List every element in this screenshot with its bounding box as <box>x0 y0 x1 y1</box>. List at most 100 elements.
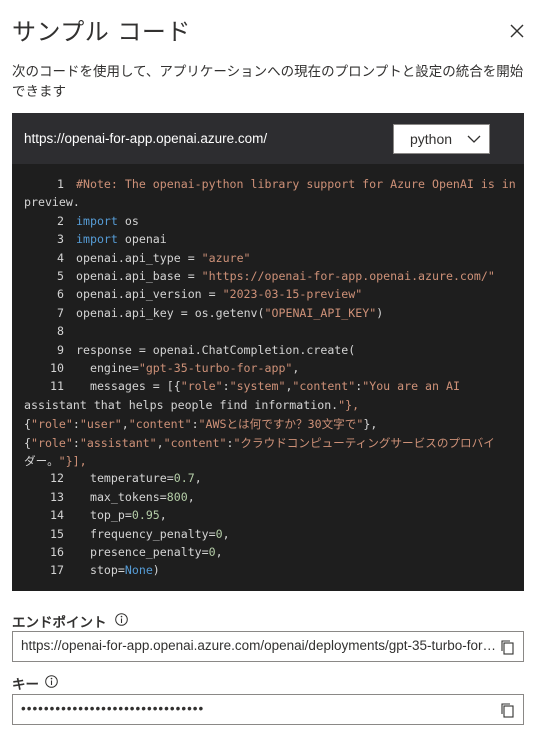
close-icon <box>510 24 524 38</box>
code-punctuation: : <box>72 417 80 432</box>
code-punctuation <box>122 398 129 412</box>
language-dropdown[interactable]: python <box>393 124 490 154</box>
code-punctuation: { <box>24 435 31 450</box>
code-punctuation: , <box>215 545 223 559</box>
code-punctuation: = <box>124 508 132 523</box>
code-punctuation: . <box>72 195 80 210</box>
code-identifier: response <box>76 342 132 357</box>
code-punctuation: = <box>201 287 223 302</box>
copy-icon[interactable] <box>499 702 515 718</box>
close-button[interactable] <box>506 20 528 42</box>
code-text: openai.api_type = "azure" <box>76 251 251 265</box>
code-text: presence_penalty=0, <box>76 545 223 559</box>
dialog-title: サンプル コード <box>12 18 191 46</box>
code-line: preview. <box>24 195 80 209</box>
key-field[interactable]: •••••••••••••••••••••••••••••••• <box>12 694 524 725</box>
code-punctuation: ダー。 <box>24 454 59 468</box>
code-punctuation <box>76 471 90 485</box>
code-string: "https://openai-for-app.openai.azure.com… <box>201 269 495 283</box>
code-punctuation: : <box>72 435 80 450</box>
code-text: {"role":"user","content":"AWSとは何ですか？30文字… <box>24 417 377 431</box>
info-icon[interactable] <box>115 613 128 626</box>
code-text: preview. <box>24 195 80 209</box>
code-punctuation: , <box>194 471 202 486</box>
code-identifier: getenv <box>215 305 258 320</box>
key-value: •••••••••••••••••••••••••••••••• <box>21 701 205 716</box>
code-text: response = openai.ChatCompletion.create( <box>76 343 355 357</box>
copy-icon[interactable] <box>499 639 515 655</box>
code-punctuation: = <box>173 305 195 320</box>
code-line: 8 <box>24 324 76 338</box>
code-identifier: openai <box>76 305 118 320</box>
code-endpoint-url: https://openai-for-app.openai.azure.com/ <box>24 131 268 146</box>
code-string: "user" <box>79 417 122 432</box>
code-line: 10 engine="gpt-35-turbo-for-app", <box>24 361 299 375</box>
code-line: 9 response = openai.ChatCompletion.create… <box>24 343 355 357</box>
code-punctuation <box>76 361 90 375</box>
code-identifier: helps <box>128 397 164 412</box>
code-punctuation: . <box>194 342 202 357</box>
code-text: openai.api_base = "https://openai-for-ap… <box>76 269 495 283</box>
info-icon[interactable] <box>45 675 58 688</box>
code-text: engine="gpt-35-turbo-for-app", <box>76 361 299 375</box>
code-string: "クラウドコンピューティングサービスのプロバイ <box>233 435 495 450</box>
code-identifier: assistant <box>24 397 87 412</box>
code-punctuation: = <box>159 489 167 504</box>
code-keyword: import <box>76 232 118 247</box>
code-punctuation <box>118 232 125 246</box>
code-identifier: api_key <box>124 305 174 320</box>
code-line: assistant that helps people find informa… <box>24 398 359 412</box>
code-identifier: temperature <box>89 471 167 486</box>
endpoint-field[interactable]: https://openai-for-app.openai.azure.com/… <box>12 631 524 662</box>
line-number: 15 <box>50 526 64 541</box>
code-line: 17 stop=None) <box>24 563 160 577</box>
code-punctuation: . <box>117 305 125 320</box>
code-punctuation: ) <box>152 563 160 578</box>
code-number: 0.7 <box>173 471 195 486</box>
endpoint-value: https://openai-for-app.openai.azure.com/… <box>21 638 499 653</box>
code-line: 4 openai.api_type = "azure" <box>24 251 251 265</box>
code-line: {"role":"user","content":"AWSとは何ですか？30文字… <box>24 416 377 432</box>
line-number: 4 <box>57 250 64 265</box>
code-line: 11 messages = [{"role":"system","content… <box>24 379 460 393</box>
code-number: 0 <box>208 545 216 559</box>
line-number: 13 <box>50 489 64 504</box>
code-identifier: os <box>194 305 209 320</box>
code-string: "gpt-35-turbo-for-app" <box>138 361 293 375</box>
code-text: ダー。"}], <box>24 454 87 468</box>
code-identifier: people <box>170 397 213 412</box>
code-text: messages = [{"role":"system","content":"… <box>76 379 460 393</box>
code-punctuation: , <box>156 435 164 450</box>
line-number: 17 <box>50 563 64 578</box>
code-string: "role" <box>180 379 223 394</box>
code-line: 3 import openai <box>24 232 167 246</box>
code-panel: https://openai-for-app.openai.azure.com/… <box>12 113 524 591</box>
code-text: import os <box>76 214 139 228</box>
code-identifier: openai <box>124 232 167 247</box>
code-number: 0 <box>215 526 223 541</box>
line-number: 9 <box>57 342 64 357</box>
code-text: max_tokens=800, <box>76 490 195 504</box>
line-number: 10 <box>50 361 64 375</box>
code-punctuation: = [{ <box>145 379 181 394</box>
code-header: https://openai-for-app.openai.azure.com/… <box>12 113 524 164</box>
line-number: 7 <box>57 305 64 320</box>
code-line: 15 frequency_penalty=0, <box>24 527 230 541</box>
code-identifier: openai <box>76 269 118 283</box>
code-punctuation: . <box>117 269 125 283</box>
code-punctuation: . <box>117 250 125 265</box>
code-punctuation: = <box>180 269 202 283</box>
code-punctuation: = <box>208 526 216 541</box>
code-punctuation: . <box>117 287 125 302</box>
code-identifier: create <box>306 342 349 357</box>
code-identifier: information <box>254 397 332 412</box>
code-punctuation: : <box>191 417 199 432</box>
code-punctuation <box>76 508 90 522</box>
code-line: 14 top_p=0.95, <box>24 508 167 522</box>
key-label: キー <box>12 677 39 693</box>
code-string: "}, <box>338 397 360 412</box>
code-identifier: api_version <box>124 287 202 302</box>
code-punctuation: = <box>131 361 139 375</box>
code-line: 13 max_tokens=800, <box>24 490 195 504</box>
code-punctuation <box>118 214 125 228</box>
